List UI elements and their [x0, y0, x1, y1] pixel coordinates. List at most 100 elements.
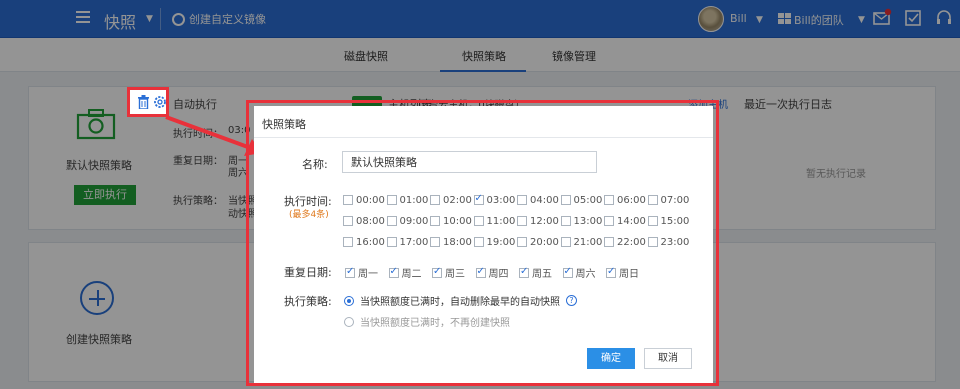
repeat-day-option[interactable]: 周五	[519, 265, 552, 280]
time-option[interactable]: 01:00	[386, 192, 431, 208]
checkbox[interactable]	[519, 266, 529, 278]
checkbox[interactable]	[560, 237, 571, 247]
checkbox[interactable]	[473, 216, 484, 226]
time-option-label: 13:00	[573, 215, 603, 227]
strategy-label: 执行策略:	[284, 295, 332, 308]
time-option[interactable]: 00:00	[343, 192, 387, 208]
time-option[interactable]: 12:00	[517, 213, 561, 229]
time-option-label: 07:00	[660, 194, 690, 206]
policy-name-input[interactable]	[342, 151, 597, 173]
time-option-label: 00:00	[356, 194, 385, 206]
checkbox[interactable]	[647, 216, 658, 226]
repeat-day-option[interactable]: 周二	[388, 265, 422, 280]
radio-selected[interactable]	[344, 295, 354, 306]
time-option-label: 01:00	[399, 194, 429, 206]
confirm-button[interactable]: 确定	[587, 348, 635, 369]
time-option[interactable]: 02:00	[430, 192, 474, 208]
time-option[interactable]: 07:00	[647, 192, 692, 208]
checkbox[interactable]	[473, 193, 484, 205]
time-option[interactable]: 16:00	[343, 234, 387, 250]
time-option-label: 19:00	[486, 236, 516, 248]
checkbox[interactable]	[560, 195, 571, 205]
checkbox[interactable]	[517, 195, 527, 205]
time-option[interactable]: 10:00	[430, 213, 474, 229]
repeat-day-label: 周二	[401, 269, 422, 280]
time-option[interactable]: 05:00	[560, 192, 605, 208]
checkbox[interactable]	[430, 195, 440, 205]
repeat-day-label: 周一	[358, 269, 378, 280]
time-option-label: 06:00	[617, 194, 646, 206]
time-option-label: 15:00	[660, 215, 690, 227]
strategy-option-auto-delete[interactable]: 当快照额度已满时，自动删除最早的自动快照 ?	[344, 293, 577, 308]
checkbox[interactable]	[606, 266, 616, 278]
time-option-label: 17:00	[399, 236, 429, 248]
time-option-label: 16:00	[356, 236, 385, 248]
checkbox[interactable]	[432, 266, 442, 278]
time-option-label: 11:00	[486, 215, 516, 227]
time-option[interactable]: 06:00	[604, 192, 648, 208]
time-option[interactable]: 20:00	[517, 234, 561, 250]
repeat-day-label: 周三	[445, 269, 465, 280]
time-option[interactable]: 22:00	[604, 234, 648, 250]
time-option[interactable]: 14:00	[604, 213, 648, 229]
cancel-button[interactable]: 取消	[644, 348, 692, 369]
checkbox[interactable]	[386, 237, 397, 247]
time-option[interactable]: 03:00	[473, 192, 518, 208]
time-option[interactable]: 08:00	[343, 213, 387, 229]
time-option-label: 03:00	[486, 194, 516, 206]
repeat-label: 重复日期:	[284, 266, 332, 279]
checkbox[interactable]	[647, 195, 658, 205]
time-option[interactable]: 23:00	[647, 234, 692, 250]
checkbox[interactable]	[604, 237, 614, 247]
checkbox[interactable]	[386, 195, 397, 205]
time-option-label: 08:00	[356, 215, 385, 227]
checkbox[interactable]	[386, 216, 397, 226]
checkbox[interactable]	[475, 266, 486, 278]
time-option-label: 18:00	[443, 236, 472, 248]
checkbox[interactable]	[604, 216, 614, 226]
strategy-option-2-label: 当快照额度已满时，不再创建快照	[360, 318, 510, 329]
checkbox[interactable]	[517, 216, 527, 226]
checkbox[interactable]	[430, 216, 440, 226]
checkbox[interactable]	[345, 266, 355, 278]
exec-time-limit-note: (最多4条)	[289, 210, 329, 220]
time-option[interactable]: 11:00	[473, 213, 518, 229]
checkbox[interactable]	[343, 237, 353, 247]
time-option[interactable]: 15:00	[647, 213, 692, 229]
time-option-label: 23:00	[660, 236, 690, 248]
time-option-label: 12:00	[530, 215, 559, 227]
checkbox[interactable]	[388, 266, 399, 278]
time-option[interactable]: 21:00	[560, 234, 605, 250]
repeat-day-label: 周四	[488, 269, 509, 280]
repeat-day-label: 周日	[619, 269, 639, 280]
time-option[interactable]: 04:00	[517, 192, 561, 208]
strategy-option-stop[interactable]: 当快照额度已满时，不再创建快照	[344, 314, 510, 329]
checkbox[interactable]	[343, 195, 353, 205]
time-option-label: 14:00	[617, 215, 646, 227]
checkbox[interactable]	[517, 237, 527, 247]
checkbox[interactable]	[473, 237, 484, 247]
time-option[interactable]: 19:00	[473, 234, 518, 250]
checkbox[interactable]	[604, 195, 614, 205]
repeat-day-option[interactable]: 周日	[606, 265, 639, 280]
dialog-title: 快照策略	[262, 118, 306, 131]
time-option-label: 05:00	[573, 194, 603, 206]
help-icon[interactable]: ?	[566, 295, 577, 306]
radio-unselected[interactable]	[344, 316, 354, 327]
repeat-day-option[interactable]: 周六	[562, 265, 596, 280]
checkbox[interactable]	[562, 266, 573, 278]
checkbox[interactable]	[430, 237, 440, 247]
time-option-label: 20:00	[530, 236, 559, 248]
repeat-day-option[interactable]: 周四	[475, 265, 509, 280]
checkbox[interactable]	[647, 237, 658, 247]
repeat-day-option[interactable]: 周三	[432, 265, 465, 280]
time-option[interactable]: 09:00	[386, 213, 431, 229]
repeat-day-label: 周五	[532, 269, 552, 280]
repeat-day-option[interactable]: 周一	[345, 265, 378, 280]
time-option-label: 22:00	[617, 236, 646, 248]
checkbox[interactable]	[343, 216, 353, 226]
time-option[interactable]: 18:00	[430, 234, 474, 250]
time-option[interactable]: 17:00	[386, 234, 431, 250]
time-option[interactable]: 13:00	[560, 213, 605, 229]
checkbox[interactable]	[560, 216, 571, 226]
